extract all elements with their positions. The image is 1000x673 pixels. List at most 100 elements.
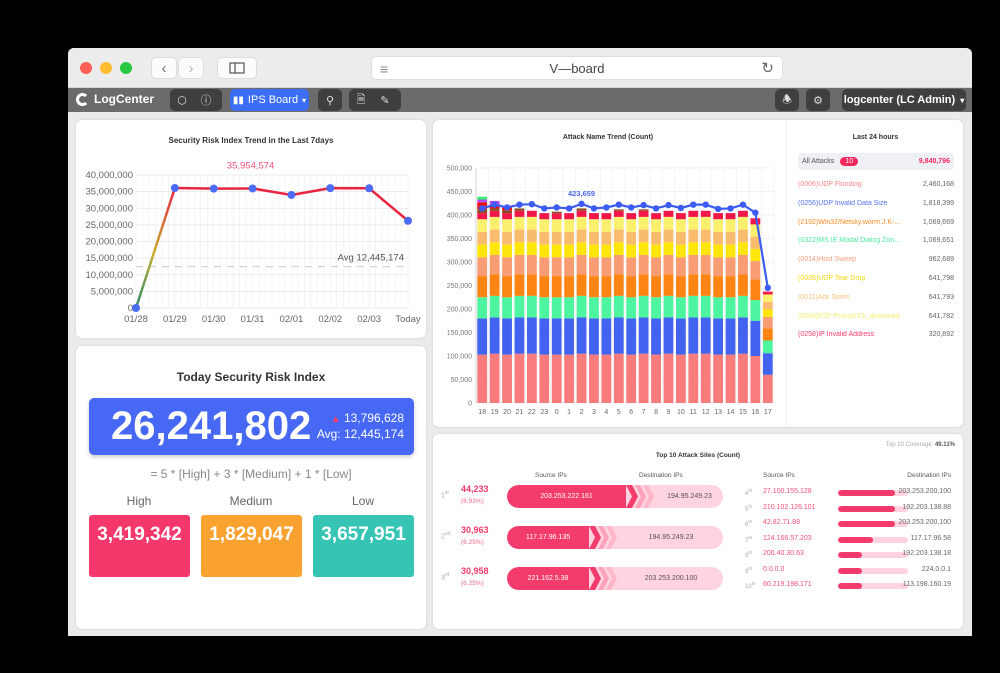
bar-segment	[589, 297, 599, 319]
sidebar-toggle-button[interactable]	[217, 57, 257, 79]
attack-list-item[interactable]: (2192)Win32/Netsky.worm.J.K-... 1,069,669	[798, 215, 954, 230]
bar-segment	[626, 213, 637, 220]
x-tick-label: 10	[677, 409, 685, 416]
total-point	[702, 201, 709, 208]
medium-count-box[interactable]: 1,829,047	[201, 515, 302, 577]
bar-segment	[762, 291, 773, 295]
high-count-box[interactable]: 3,419,342	[89, 515, 190, 577]
bar-segment	[539, 231, 550, 245]
bar-segment	[713, 244, 724, 258]
attack-list-item[interactable]: (0258)IP Invalid Address 320,892	[798, 327, 954, 342]
bar-segment	[539, 244, 550, 258]
search-button[interactable]: ⚲	[318, 89, 342, 111]
bar-segment	[551, 257, 562, 277]
top-site-row[interactable]: 9th 0.0.0.0 224.0.0.1	[745, 564, 951, 578]
bar-segment	[477, 354, 488, 403]
x-tick-label: Today	[395, 314, 421, 325]
bar-segment	[651, 219, 661, 232]
top-site-row[interactable]: 7th 124.166.57.203 117.17.96.58	[745, 533, 951, 547]
forward-button[interactable]: ›	[178, 57, 204, 79]
user-menu-dropdown[interactable]: logcenter (LC Admin) ▾	[842, 89, 966, 111]
bar-segment	[514, 317, 525, 354]
logcenter-logo-icon	[76, 92, 89, 106]
share-bar-fill	[838, 505, 895, 512]
bar-segment	[738, 274, 748, 296]
bar-segment	[638, 254, 649, 275]
bar-segment	[526, 254, 537, 275]
attack-list-item[interactable]: (0035)UDP Tear Drop 641,798	[798, 271, 954, 286]
total-point	[615, 201, 622, 208]
bar-chart-icon: ▮▮	[232, 94, 244, 106]
attack-list-item[interactable]: (0006)UDP Flooding 2,460,168	[798, 177, 954, 192]
brand-logo[interactable]: LogCenter	[76, 92, 154, 106]
top10-coverage: Top 10 Coverage: 49.11%	[886, 442, 955, 448]
rank-label: 9th	[745, 565, 753, 575]
attack-list-item[interactable]: (0014)Host Sweep 962,689	[798, 252, 954, 267]
medium-label: Medium	[229, 494, 273, 508]
bar-segment	[576, 208, 587, 211]
back-button[interactable]: ‹	[151, 57, 177, 79]
bar-segment	[700, 295, 711, 318]
bar-segment	[526, 229, 537, 243]
attack-count: 320,892	[928, 331, 954, 339]
maximize-window-button[interactable]	[120, 62, 132, 74]
attack-trend-chart: 0 50,000 100,000 150,000 200,000 250,000 300,0…	[447, 166, 775, 416]
bar-segment	[477, 318, 488, 355]
bar-segment	[502, 244, 512, 258]
document-icon[interactable]: 🗎	[349, 89, 373, 111]
bar-segment	[663, 317, 674, 354]
top-site-row[interactable]: 5th 210.102.126.101 192.203.138.88	[745, 502, 951, 516]
attack-list-item[interactable]: (0256)UDP Invalid Data Size 1,818,399	[798, 196, 954, 211]
top-site-row[interactable]: 6th 42.82.71.89 203.253.200.100	[745, 517, 951, 531]
top-site-row[interactable]: 1st 44,233 (8.93%) 203.253.222.161 194.95.24…	[441, 484, 731, 510]
info-icon[interactable]: ⓘ	[194, 89, 218, 111]
y-tick-label: 20,000,000	[85, 237, 133, 248]
all-attacks-row[interactable]: All Attacks 10 9,840,796	[798, 153, 954, 170]
bar-segment	[576, 210, 587, 217]
attack-list-item[interactable]: (0322)MS IE Modal Dialog Zon... 1,069,651	[798, 233, 954, 248]
reload-icon[interactable]: ↻	[761, 59, 774, 77]
medium-count: 1,829,047	[209, 524, 294, 545]
x-tick-label: 02/01	[280, 314, 304, 325]
top-site-row[interactable]: 8th 200.40.30.63 192.203.138.18	[745, 548, 951, 562]
bar-segment	[713, 354, 724, 403]
attack-list-item[interactable]: (0011)Ack Storm 641,793	[798, 290, 954, 305]
low-count-box[interactable]: 3,657,951	[313, 515, 414, 577]
x-tick-label: 12	[702, 409, 710, 416]
edit-report-icon[interactable]: ✎	[373, 89, 397, 111]
top-site-row[interactable]: 4th 27.100.155.128 203.253.200.100	[745, 486, 951, 500]
bar-segment	[626, 231, 637, 245]
minimize-window-button[interactable]	[100, 62, 112, 74]
attack-list-item[interactable]: (0009)P2P Pruna3.01_download 641,782	[798, 309, 954, 324]
chevron-arrows-icon	[589, 567, 617, 590]
bar-segment	[589, 257, 599, 277]
top-site-row[interactable]: 3rd 30,958 (6.25%) 221.162.5.38 203.253.200.…	[441, 566, 731, 592]
top10-card: Top 10 Coverage: 49.11% Top 10 Attack Si…	[433, 434, 963, 629]
bar-segment	[477, 257, 488, 277]
top-site-row[interactable]: 2nd 30,963 (6.25%) 117.17.96.135 194.95.249.…	[441, 525, 731, 551]
x-tick-label: 21	[516, 409, 524, 416]
x-tick-label: 6	[629, 409, 633, 416]
nav-group-2: 🗎 ✎	[349, 89, 401, 111]
dashboard: Security Risk Index Trend in the Last 7d…	[68, 112, 972, 636]
share-bar	[838, 567, 908, 574]
x-tick-label: 02/03	[357, 314, 381, 325]
bar-segment	[638, 209, 649, 211]
bar-segment	[675, 297, 686, 319]
x-tick-label: 9	[667, 409, 671, 416]
bar-segment	[750, 300, 761, 321]
close-window-button[interactable]	[80, 62, 92, 74]
top-site-row[interactable]: 10th 60.219.198.171 113.198.160.19	[745, 579, 951, 593]
bar-segment	[713, 318, 724, 355]
bar-segment	[626, 219, 637, 232]
cube-icon[interactable]: ⬡	[170, 89, 194, 111]
settings-button[interactable]: ⚙	[806, 89, 830, 111]
y-tick-label: 300,000	[447, 260, 472, 267]
nav-group-1: ⬡ ⓘ	[170, 89, 222, 111]
bar-segment	[713, 257, 724, 277]
address-bar[interactable]: ≡ V—board ↻	[371, 56, 783, 80]
ips-board-dropdown[interactable]: ▮▮ IPS Board ▾	[230, 89, 309, 111]
notifications-button[interactable]: 🕭	[775, 89, 799, 111]
bar-segment	[564, 244, 575, 258]
destination-ip: 194.95.249.23	[648, 534, 694, 541]
